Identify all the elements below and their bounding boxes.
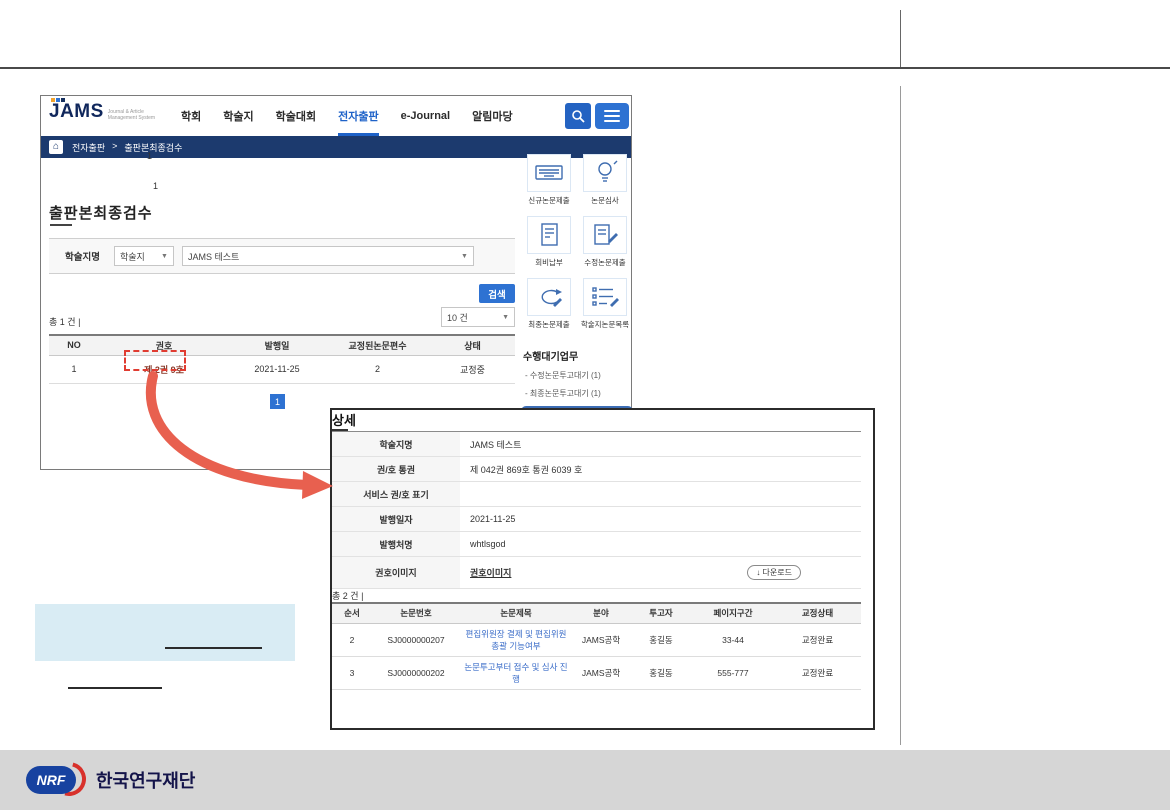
quick-menu-new-submission[interactable]: 신규논문제출 [521,154,577,206]
nav-item-notice[interactable]: 알림마당 [472,96,512,136]
field-volume-issue: 권/호 통권 제 042권 869호 통권 6039 호 [332,457,861,482]
table-row: 1 제 2권 9호 2021-11-25 2 교정중 [49,355,515,383]
footer: NRF 한국연구재단 [0,750,1170,810]
search-icon [571,109,585,123]
breadcrumb-section[interactable]: 전자출판 [72,141,105,154]
chevron-down-icon: ▼ [161,253,168,260]
result-count: 총 1 건 | [49,315,80,328]
chevron-down-icon: ▼ [502,314,509,321]
col-corrected-count: 교정된논문편수 [325,335,430,355]
organization-name: 한국연구재단 [96,767,195,793]
highlight-box [124,350,186,371]
issues-table: NO 권호 발행일 교정된논문편수 상태 1 제 2권 9호 2021-11-2… [49,334,515,384]
jams-logo-dots-icon [51,98,65,102]
detail-title: 상세 [332,410,873,429]
nav-item-ejournal[interactable]: e-Journal [401,96,451,136]
bulb-icon [589,160,621,186]
edit-doc-icon [589,222,621,248]
cell-pubdate: 2021-11-25 [229,355,325,383]
nav-item-journal[interactable]: 학술지 [223,96,253,136]
quick-menu-final-submission[interactable]: 최종논문제출 [521,278,577,330]
col-pubdate: 발행일 [229,335,325,355]
detail-result-count: 총 2 건 | [332,589,873,602]
field-issue-image: 권호이미지 권호이미지 ↓ 다운로드 [332,557,861,589]
keyboard-icon [533,160,565,186]
note-highlight-box [35,604,295,661]
field-pub-date: 발행일자 2021-11-25 [332,507,861,532]
page-title-underline [50,224,72,226]
article-row: 3 SJ0000000202 논문투고부터 접수 및 심사 진행 JAMS공학 … [332,656,861,689]
breadcrumb-separator: > [112,141,117,154]
search-submit-button[interactable]: 검색 [479,284,515,303]
quick-menu: 신규논문제출 논문심사 회비납부 수정논문제출 최종논문제출 학술지논문목록 [521,154,633,340]
field-publisher: 발행처명 whtlsgod [332,532,861,557]
table-header-row: NO 권호 발행일 교정된논문편수 상태 [49,335,515,355]
detail-fields: 학술지명 JAMS 테스트 권/호 통권 제 042권 869호 통권 6039… [332,431,861,589]
articles-header-row: 순서 논문번호 논문제목 분야 투고자 페이지구간 교정상태 [332,603,861,623]
receipt-icon [533,222,565,248]
nav-item-epublish[interactable]: 전자출판 [338,96,378,136]
field-journal-name: 학술지명 JAMS 테스트 [332,432,861,457]
breadcrumb-current: 출판본최종검수 [124,141,182,154]
quick-menu-article-list[interactable]: 학술지논문목록 [577,278,633,330]
callout-number-2: 1 [153,181,158,191]
nrf-logo: NRF [26,761,88,799]
article-row: 2 SJ0000000207 편집위원장 결제 및 편집위원총괄 기능여부 JA… [332,623,861,656]
hamburger-icon [604,109,620,124]
pending-task-final[interactable]: - 최종논문투고대기 (1) [525,388,601,399]
blank-underline [68,687,162,689]
search-button-top[interactable] [565,103,591,129]
nav-item-society[interactable]: 학회 [181,96,201,136]
quick-menu-review[interactable]: 논문심사 [577,154,633,206]
nav-item-conference[interactable]: 학술대회 [276,96,316,136]
field-service-notation: 서비스 권/호 표기 [332,482,861,507]
chevron-down-icon: ▼ [461,253,468,260]
main-nav: 학회 학술지 학술대회 전자출판 e-Journal 알림마당 [181,96,513,136]
jams-logo: JAMS Journal & ArticleManagement System [49,99,155,125]
jams-logo-tagline: Journal & ArticleManagement System [108,109,155,121]
content-column-rule [900,86,901,745]
manual-page: JAMS Journal & ArticleManagement System … [0,0,1170,810]
page-title: 출판본최종검수 [49,202,153,223]
pending-task-revised[interactable]: - 수정논문투고대기 (1) [525,370,601,381]
article-title-link[interactable]: 논문투고부터 접수 및 심사 진행 [464,662,567,684]
col-no: NO [49,335,99,355]
journal-name-label: 학술지명 [65,249,100,263]
article-title-link[interactable]: 편집위원장 결제 및 편집위원총괄 기능여부 [466,629,567,651]
home-icon[interactable]: ⌂ [49,140,63,154]
issue-image-link[interactable]: 권호이미지 [470,566,511,579]
refresh-doc-icon [533,284,565,310]
page-size-select[interactable]: 10 건 ▼ [441,307,515,327]
blank-underline [165,647,262,649]
quick-menu-revised-submission[interactable]: 수정논문제출 [577,216,633,268]
col-status: 상태 [430,335,515,355]
journal-name-select[interactable]: JAMS 테스트 ▼ [182,246,474,266]
cell-corrected-count: 2 [325,355,430,383]
pagination-page-1[interactable]: 1 [270,394,285,409]
cell-status: 교정중 [430,355,515,383]
journal-type-select[interactable]: 학술지 ▼ [114,246,174,266]
detail-panel: 상세 학술지명 JAMS 테스트 권/호 통권 제 042권 869호 통권 6… [330,408,875,730]
list-doc-icon [589,284,621,310]
download-button[interactable]: ↓ 다운로드 [747,565,801,580]
header-rule [0,67,1170,69]
pending-tasks-title: 수행대기업무 [523,348,578,363]
articles-table: 순서 논문번호 논문제목 분야 투고자 페이지구간 교정상태 2 SJ00000… [332,602,861,690]
header-column-rule [900,10,901,67]
callout-number-1: 1 [147,151,152,161]
search-form: 학술지명 학술지 ▼ JAMS 테스트 ▼ [49,238,515,274]
cell-no: 1 [49,355,99,383]
quick-menu-fee-payment[interactable]: 회비납부 [521,216,577,268]
jams-logo-text: JAMS [49,99,104,125]
menu-button[interactable] [595,103,629,129]
